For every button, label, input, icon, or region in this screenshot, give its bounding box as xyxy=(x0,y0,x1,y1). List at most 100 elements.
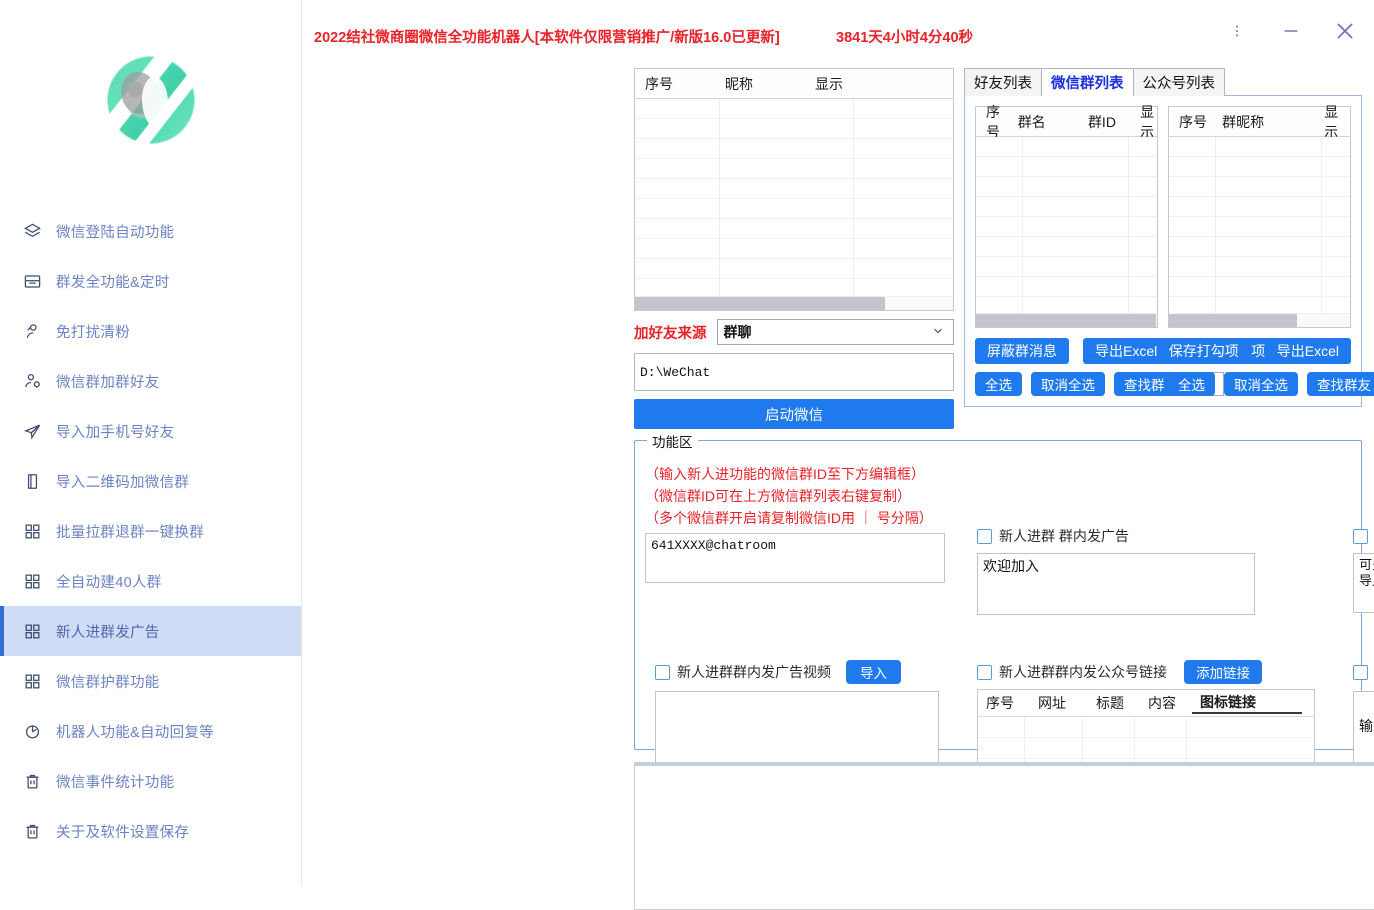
column-header: 昵称 xyxy=(715,74,805,94)
sidebar-item-label: 微信群护群功能 xyxy=(56,671,160,692)
card-push-cell: 新人进群推送本人名片 输入机器人wxid xyxy=(1353,661,1374,773)
friend-source-select[interactable]: 群聊 xyxy=(717,319,955,345)
card-push-row: 新人进群推送本人名片 xyxy=(1353,661,1374,683)
card-push-checkbox[interactable] xyxy=(1353,665,1368,680)
sidebar-nav: 微信登陆自动功能 群发全功能&定时 免打扰清粉 微信群加群好友 导入加手机号好友 xyxy=(0,200,301,856)
group-id-cell: （输入新人进功能的微信群ID至下方编辑框） （微信群ID可在上方微信群列表右键复… xyxy=(645,463,945,583)
text-ad-checkbox[interactable] xyxy=(977,529,992,544)
column-header: 图标链接 xyxy=(1192,692,1302,714)
grid-icon xyxy=(22,521,42,541)
user-settings-icon xyxy=(22,371,42,391)
find-group-button[interactable]: 查找群 xyxy=(1114,372,1175,396)
group-table-column: 序号 群名 群ID 显示 xyxy=(975,106,1158,396)
more-vertical-icon[interactable] xyxy=(1224,18,1250,44)
column-header: 序号 xyxy=(978,693,1030,713)
sidebar: 微信登陆自动功能 群发全功能&定时 免打扰清粉 微信群加群好友 导入加手机号好友 xyxy=(0,0,302,886)
column-header: 群名 xyxy=(1008,112,1078,132)
window-title: 2022结社微商圈微信全功能机器人[本软件仅限营销推广/新版16.0已更新] xyxy=(314,26,780,47)
sidebar-item-wechat-login[interactable]: 微信登陆自动功能 xyxy=(0,206,301,256)
group-table-hscrollbar[interactable] xyxy=(976,313,1157,327)
sidebar-item-label: 机器人功能&自动回复等 xyxy=(56,721,214,742)
member-table-header: 序号 群昵称 显示 xyxy=(1169,107,1350,137)
sidebar-item-batch-group[interactable]: 批量拉群退群一键换群 xyxy=(0,506,301,556)
sidebar-item-group-add-friend[interactable]: 微信群加群好友 xyxy=(0,356,301,406)
find-member-button[interactable]: 查找群友 xyxy=(1307,372,1374,396)
deselect-all-members-button[interactable]: 取消全选 xyxy=(1224,372,1298,396)
member-buttons-row-2: 全选 取消全选 查找群友 xyxy=(1168,372,1351,396)
sidebar-item-label: 微信登陆自动功能 xyxy=(56,221,174,242)
image-ad-input[interactable]: 可多个图片自动识别gif动画 导入按Ctrl不放多选 xyxy=(1353,553,1374,613)
sidebar-item-auto-create-group[interactable]: 全自动建40人群 xyxy=(0,556,301,606)
titlebar: 2022结社微商圈微信全功能机器人[本软件仅限营销推广/新版16.0已更新] 3… xyxy=(302,0,1374,62)
link-table-header: 序号 网址 标题 内容 图标链接 xyxy=(978,690,1314,717)
column-header: 序号 xyxy=(635,74,715,94)
minimize-icon[interactable] xyxy=(1278,18,1304,44)
friend-table-hscrollbar[interactable] xyxy=(635,296,953,310)
video-ad-import-button[interactable]: 导入 xyxy=(846,660,901,684)
video-ad-checkbox[interactable] xyxy=(655,665,670,680)
group-table-body[interactable] xyxy=(976,137,1157,313)
group-buttons-row-1: 屏蔽群消息 导出Excel 保存打勾项 xyxy=(975,338,1158,364)
text-ad-row: 新人进群 群内发广告 xyxy=(977,525,1255,547)
sidebar-item-clean-fans[interactable]: 免打扰清粉 xyxy=(0,306,301,356)
sidebar-item-import-phone[interactable]: 导入加手机号好友 xyxy=(0,406,301,456)
deselect-all-groups-button[interactable]: 取消全选 xyxy=(1031,372,1105,396)
link-ad-row: 新人进群群内发公众号链接 添加链接 xyxy=(977,661,1315,683)
grid-icon xyxy=(22,621,42,641)
sidebar-item-label: 微信事件统计功能 xyxy=(56,771,174,792)
sidebar-item-label: 导入加手机号好友 xyxy=(56,421,174,442)
video-ad-row: 新人进群群内发广告视频 导入 xyxy=(655,661,939,683)
tab-group-list[interactable]: 微信群列表 xyxy=(1041,68,1134,96)
save-checked-members-button[interactable]: 保存打勾项 xyxy=(1157,338,1251,364)
column-header: 标题 xyxy=(1088,693,1140,713)
list-tab-box: 好友列表 微信群列表 公众号列表 序号 群名 群ID 显示 xyxy=(964,68,1362,407)
image-ad-checkbox[interactable] xyxy=(1353,529,1368,544)
add-link-button[interactable]: 添加链接 xyxy=(1184,660,1262,684)
sidebar-item-mass-send[interactable]: 群发全功能&定时 xyxy=(0,256,301,306)
group-id-input[interactable]: 641XXXX@chatroom xyxy=(645,533,945,583)
sidebar-item-label: 全自动建40人群 xyxy=(56,571,162,592)
tab-friend-list[interactable]: 好友列表 xyxy=(964,68,1042,96)
sidebar-item-about-settings[interactable]: 关于及软件设置保存 xyxy=(0,806,301,856)
sidebar-item-group-guard[interactable]: 微信群护群功能 xyxy=(0,656,301,706)
member-table-hscrollbar[interactable] xyxy=(1169,313,1350,327)
grid-icon xyxy=(22,571,42,591)
text-ad-input[interactable]: 欢迎加入 xyxy=(977,553,1255,615)
sidebar-item-label: 批量拉群退群一键换群 xyxy=(56,521,204,542)
export-members-excel-button[interactable]: 导出Excel xyxy=(1265,338,1351,364)
close-icon[interactable] xyxy=(1332,18,1358,44)
sidebar-item-label: 关于及软件设置保存 xyxy=(56,821,189,842)
group-table[interactable]: 序号 群名 群ID 显示 xyxy=(975,106,1158,328)
start-wechat-button[interactable]: 启动微信 xyxy=(634,399,954,429)
sidebar-item-label: 导入二维码加微信群 xyxy=(56,471,189,492)
select-all-members-button[interactable]: 全选 xyxy=(1168,372,1215,396)
sidebar-item-event-stats[interactable]: 微信事件统计功能 xyxy=(0,756,301,806)
log-output[interactable] xyxy=(634,762,1374,910)
card-push-input[interactable]: 输入机器人wxid xyxy=(1353,691,1374,773)
function-area: 功能区 （输入新人进功能的微信群ID至下方编辑框） （微信群ID可在上方微信群列… xyxy=(634,440,1362,750)
friend-table-body[interactable] xyxy=(635,99,953,296)
function-grid: （输入新人进功能的微信群ID至下方编辑框） （微信群ID可在上方微信群列表右键复… xyxy=(645,463,1351,741)
layers-icon xyxy=(22,221,42,241)
wechat-path-input[interactable]: D:\WeChat xyxy=(634,353,954,391)
sidebar-item-robot-autoreply[interactable]: 机器人功能&自动回复等 xyxy=(0,706,301,756)
link-ad-checkbox[interactable] xyxy=(977,665,992,680)
member-table[interactable]: 序号 群昵称 显示 xyxy=(1168,106,1351,328)
group-table-header: 序号 群名 群ID 显示 xyxy=(976,107,1157,137)
link-ad-label: 新人进群群内发公众号链接 xyxy=(999,662,1167,682)
tab-official-account-list[interactable]: 公众号列表 xyxy=(1133,68,1226,96)
function-note: （输入新人进功能的微信群ID至下方编辑框） xyxy=(645,463,945,485)
sidebar-item-newcomer-ad[interactable]: 新人进群发广告 xyxy=(0,606,301,656)
select-all-groups-button[interactable]: 全选 xyxy=(975,372,1022,396)
send-icon xyxy=(22,421,42,441)
chevron-down-icon xyxy=(931,324,945,341)
friend-source-value: 群聊 xyxy=(724,322,752,342)
sidebar-item-import-qrcode[interactable]: 导入二维码加微信群 xyxy=(0,456,301,506)
member-table-body[interactable] xyxy=(1169,137,1350,313)
block-group-messages-button[interactable]: 屏蔽群消息 xyxy=(975,338,1069,364)
video-ad-input[interactable] xyxy=(655,691,939,773)
member-buttons-row-1: 保存打勾项 导出Excel xyxy=(1168,338,1351,364)
pie-clock-icon xyxy=(22,721,42,741)
friend-table[interactable]: 序号 昵称 显示 xyxy=(634,68,954,311)
book-icon xyxy=(22,471,42,491)
